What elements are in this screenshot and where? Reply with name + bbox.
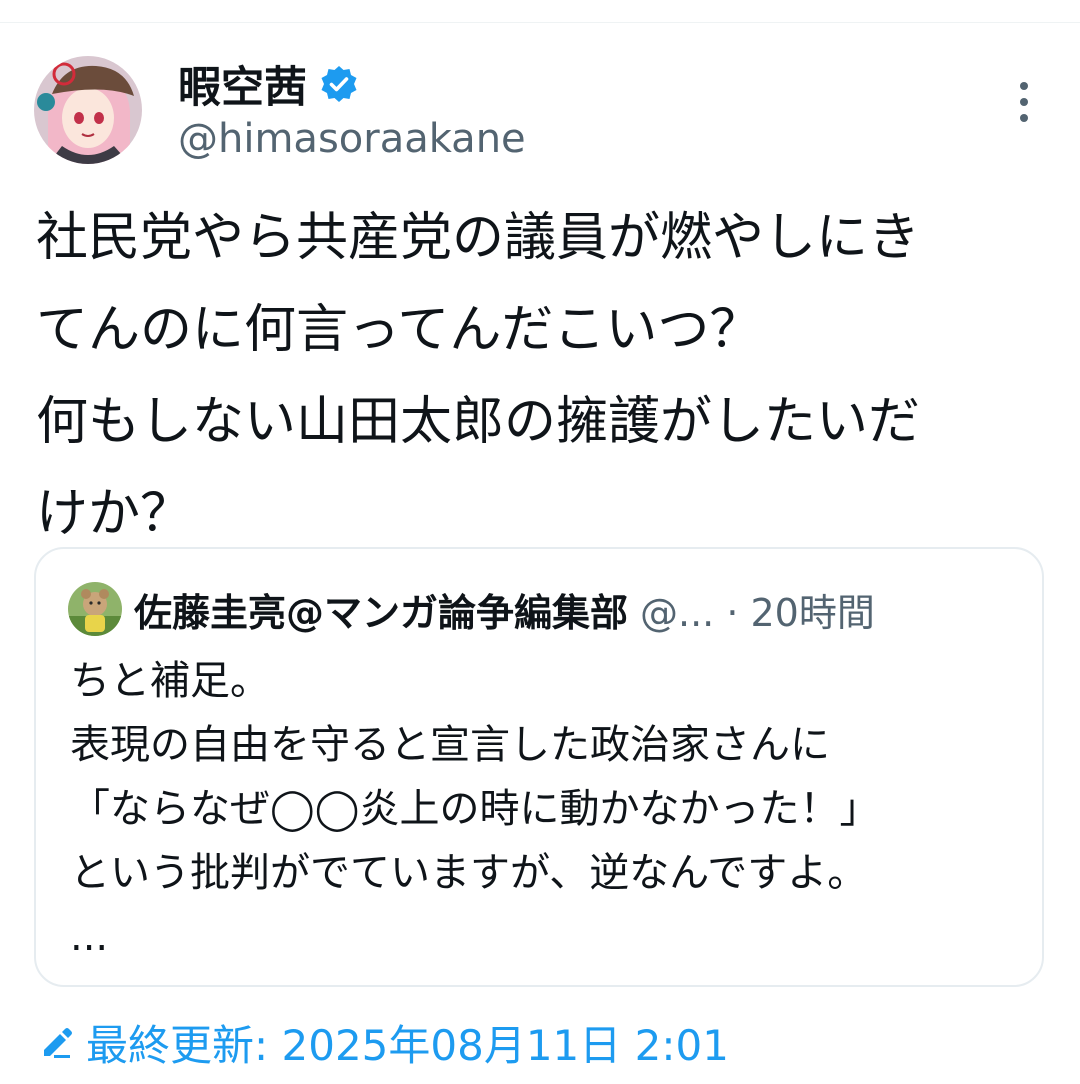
author-handle[interactable]: @himasoraakane [178,116,526,162]
author-name[interactable]: 暇空茜 [178,53,307,115]
top-divider [0,0,1080,23]
quoted-tweet-header: 佐藤圭亮@マンガ論争編集部 @... · 20時間 [68,579,875,639]
more-options-icon[interactable] [1006,82,1042,122]
last-updated-text: 最終更新: 2025年08月11日 2:01 [86,1020,729,1070]
more-dot [1020,114,1028,122]
more-dot [1020,82,1028,90]
quoted-tweet-text: ちと補足。 表現の自由を守ると宣言した政治家さんに 「ならなぜ◯◯炎上の時に動か… [70,658,880,960]
tweet-text: 社民党やら共産党の議員が燃やしにき てんのに何言ってんだこいつ？ 何もしない山田… [36,208,921,544]
more-dot [1020,98,1028,106]
quoted-handle-time: @... · 20時間 [640,590,875,635]
quoted-author-avatar [68,582,122,636]
quoted-tweet-card[interactable]: 佐藤圭亮@マンガ論争編集部 @... · 20時間 ちと補足。 表現の自由を守る… [34,547,1044,987]
author-avatar[interactable] [34,56,142,164]
author-name-row: 暇空茜 [178,53,359,115]
last-updated-link[interactable]: 最終更新: 2025年08月11日 2:01 [36,1012,729,1072]
verified-badge-icon [319,64,359,104]
edit-pencil-icon [36,1022,76,1062]
quoted-author-name: 佐藤圭亮@マンガ論争編集部 [134,590,629,635]
